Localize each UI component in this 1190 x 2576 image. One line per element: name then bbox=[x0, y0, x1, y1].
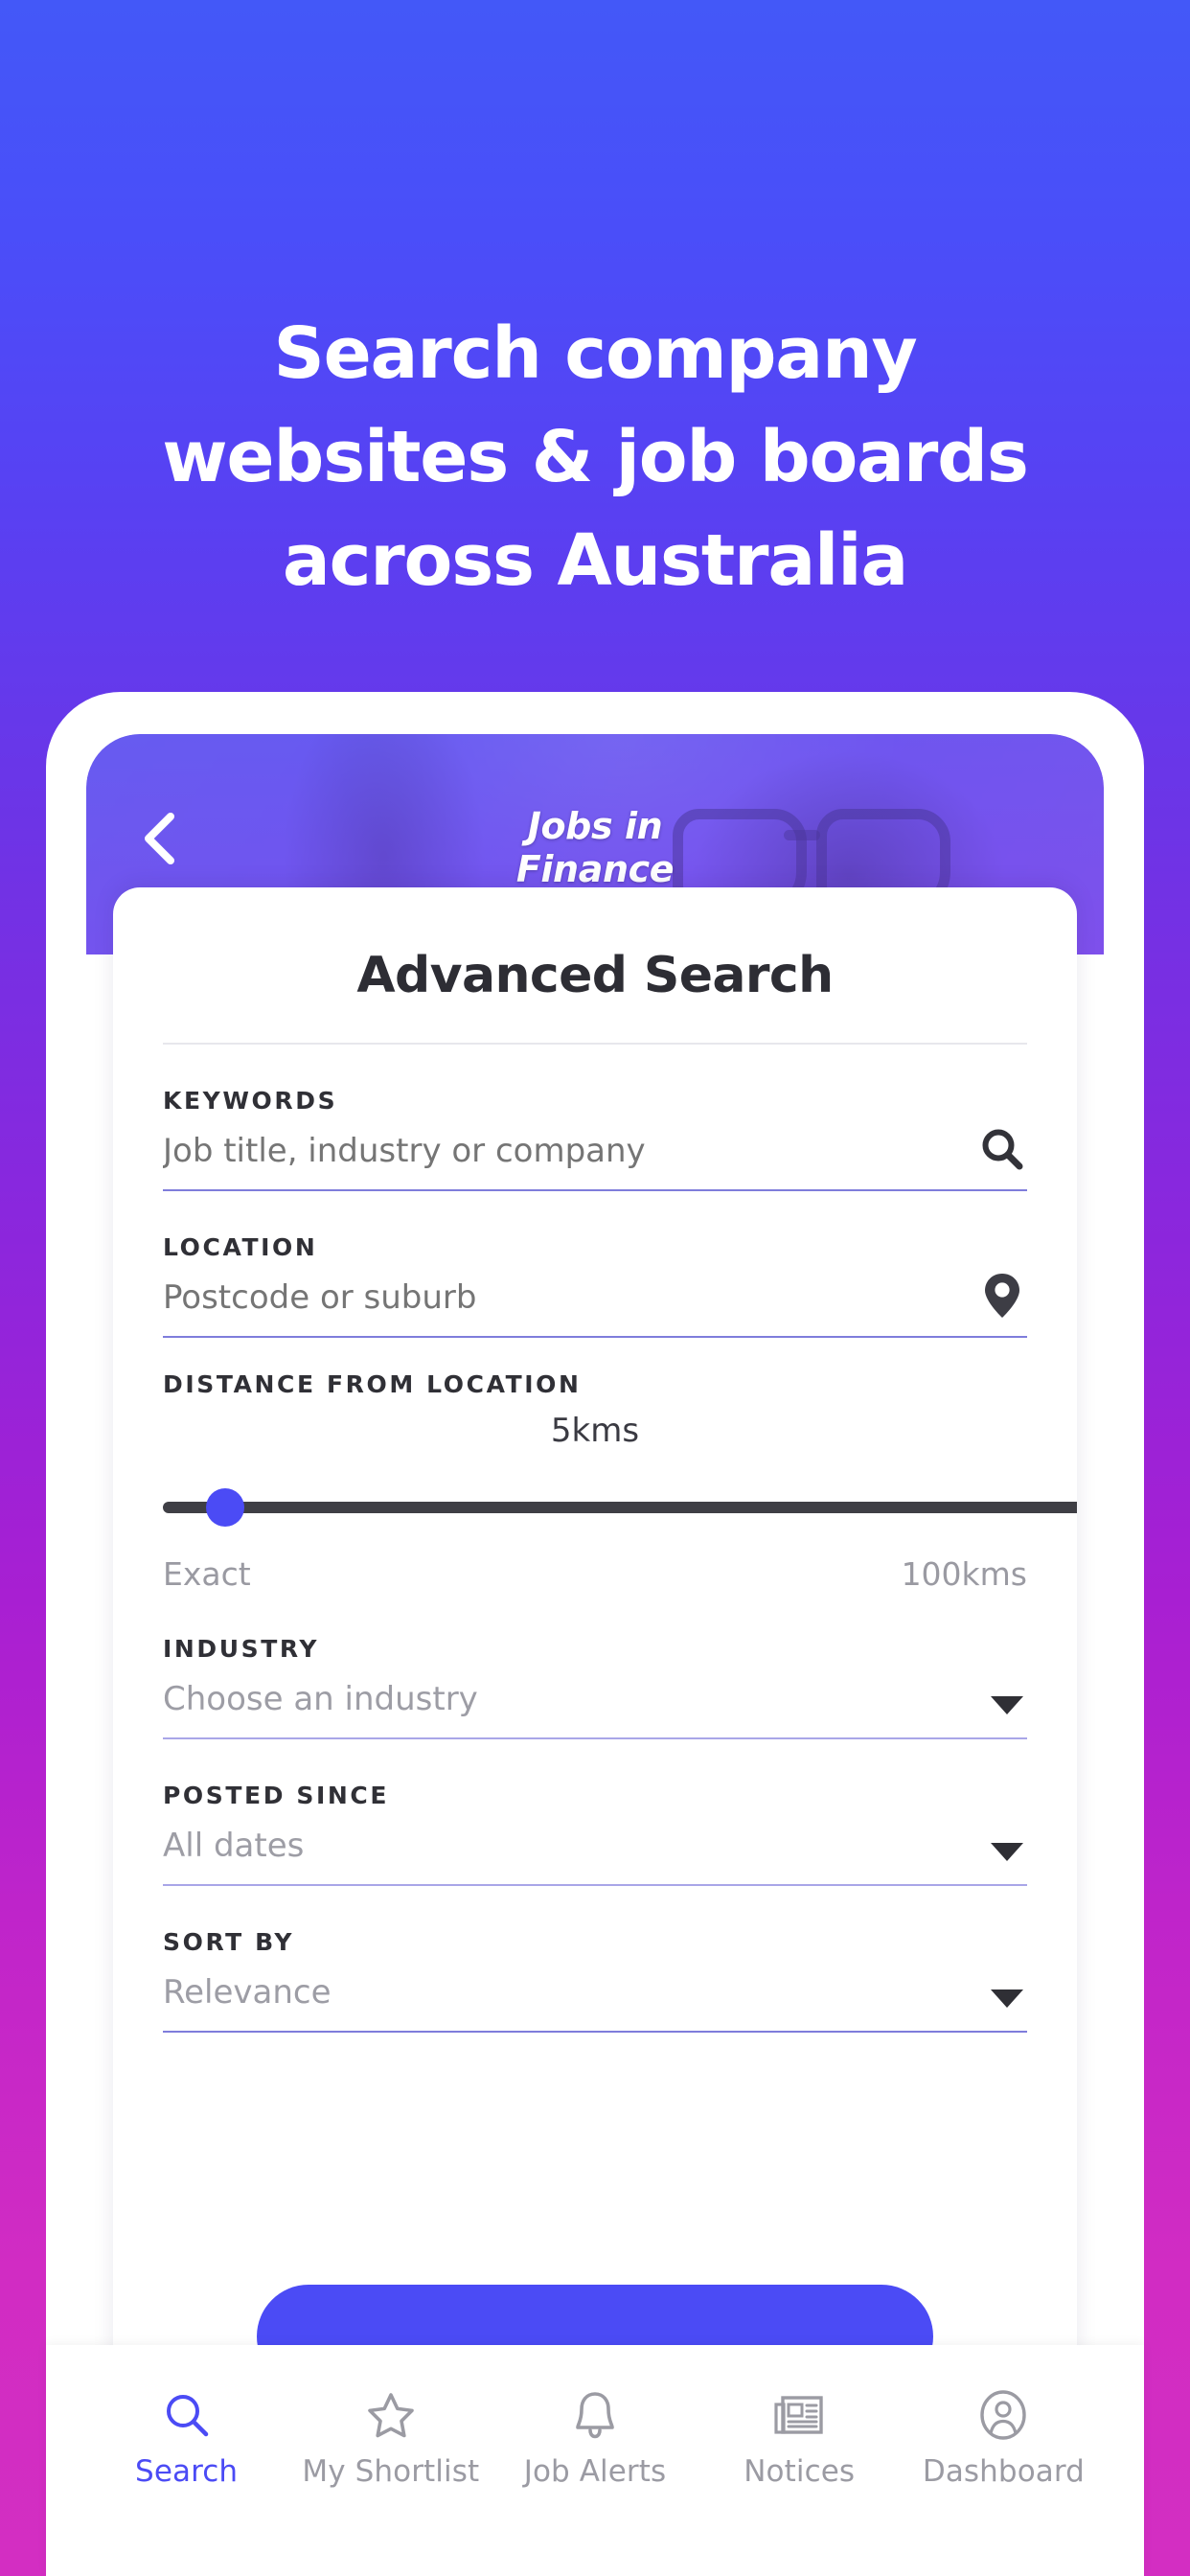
hero-heading: Search company websites & job boards acr… bbox=[162, 312, 1029, 602]
slider-min-label: Exact bbox=[163, 1555, 251, 1593]
posted-since-field[interactable]: POSTED SINCE All dates bbox=[163, 1739, 1027, 1886]
distance-slider[interactable] bbox=[163, 1488, 1077, 1527]
sort-by-field[interactable]: SORT BY Relevance bbox=[163, 1886, 1027, 2033]
phone-screen: Jobs in Finance Advanced Search KEYWORDS bbox=[86, 734, 1104, 2369]
slider-track bbox=[163, 1502, 1077, 1513]
industry-label: INDUSTRY bbox=[163, 1635, 320, 1663]
posted-since-label: POSTED SINCE bbox=[163, 1782, 390, 1809]
nav-label-my-shortlist: My Shortlist bbox=[302, 2454, 480, 2489]
nav-label-dashboard: Dashboard bbox=[922, 2454, 1085, 2489]
nav-label-notices: Notices bbox=[744, 2454, 856, 2489]
bottom-navigation-bar: Search My Shortlist Job Alerts Notices D… bbox=[46, 2345, 1144, 2576]
distance-field: DISTANCE FROM LOCATION 5kms Exact 100kms bbox=[163, 1338, 1077, 1593]
chevron-down-icon[interactable] bbox=[991, 1843, 1023, 1861]
nav-item-job-alerts[interactable]: Job Alerts bbox=[492, 2385, 697, 2489]
sort-by-select-value[interactable]: Relevance bbox=[163, 1956, 987, 2031]
bell-icon bbox=[573, 2385, 617, 2445]
distance-value: 5kms bbox=[550, 1412, 640, 1450]
nav-item-search[interactable]: Search bbox=[84, 2385, 288, 2489]
keywords-field: KEYWORDS bbox=[163, 1045, 1027, 1191]
star-icon bbox=[366, 2385, 416, 2445]
newspaper-icon bbox=[774, 2385, 824, 2445]
nav-item-my-shortlist[interactable]: My Shortlist bbox=[288, 2385, 492, 2489]
nav-item-notices[interactable]: Notices bbox=[698, 2385, 902, 2489]
app-header-title: Jobs in Finance bbox=[515, 805, 675, 890]
chevron-down-icon[interactable] bbox=[991, 1696, 1023, 1714]
user-circle-icon bbox=[978, 2385, 1028, 2445]
phone-mockup-frame: Jobs in Finance Advanced Search KEYWORDS bbox=[46, 692, 1144, 2369]
nav-item-dashboard[interactable]: Dashboard bbox=[902, 2385, 1106, 2489]
page-title: Advanced Search bbox=[356, 947, 834, 1004]
nav-label-job-alerts: Job Alerts bbox=[523, 2454, 667, 2489]
keywords-label: KEYWORDS bbox=[163, 1087, 338, 1115]
posted-since-select-value[interactable]: All dates bbox=[163, 1809, 987, 1884]
distance-label: DISTANCE FROM LOCATION bbox=[163, 1370, 582, 1398]
slider-max-label: 100kms bbox=[901, 1555, 1027, 1593]
map-pin-icon[interactable] bbox=[977, 1271, 1027, 1321]
slider-range-labels: Exact 100kms bbox=[163, 1527, 1027, 1593]
search-icon bbox=[163, 2385, 211, 2445]
location-label: LOCATION bbox=[163, 1233, 318, 1261]
industry-field[interactable]: INDUSTRY Choose an industry bbox=[163, 1593, 1027, 1739]
advanced-search-card: Advanced Search KEYWORDS LOCATION bbox=[113, 887, 1077, 2369]
chevron-down-icon[interactable] bbox=[991, 1990, 1023, 2008]
nav-label-search: Search bbox=[135, 2454, 239, 2489]
sort-by-underline bbox=[163, 2031, 1027, 2033]
keywords-input[interactable] bbox=[163, 1115, 987, 1189]
slider-thumb[interactable] bbox=[206, 1488, 244, 1527]
sort-by-label: SORT BY bbox=[163, 1928, 295, 1956]
industry-select-value[interactable]: Choose an industry bbox=[163, 1663, 987, 1737]
location-input[interactable] bbox=[163, 1261, 987, 1336]
location-field: LOCATION bbox=[163, 1191, 1027, 1338]
search-icon[interactable] bbox=[977, 1124, 1027, 1174]
